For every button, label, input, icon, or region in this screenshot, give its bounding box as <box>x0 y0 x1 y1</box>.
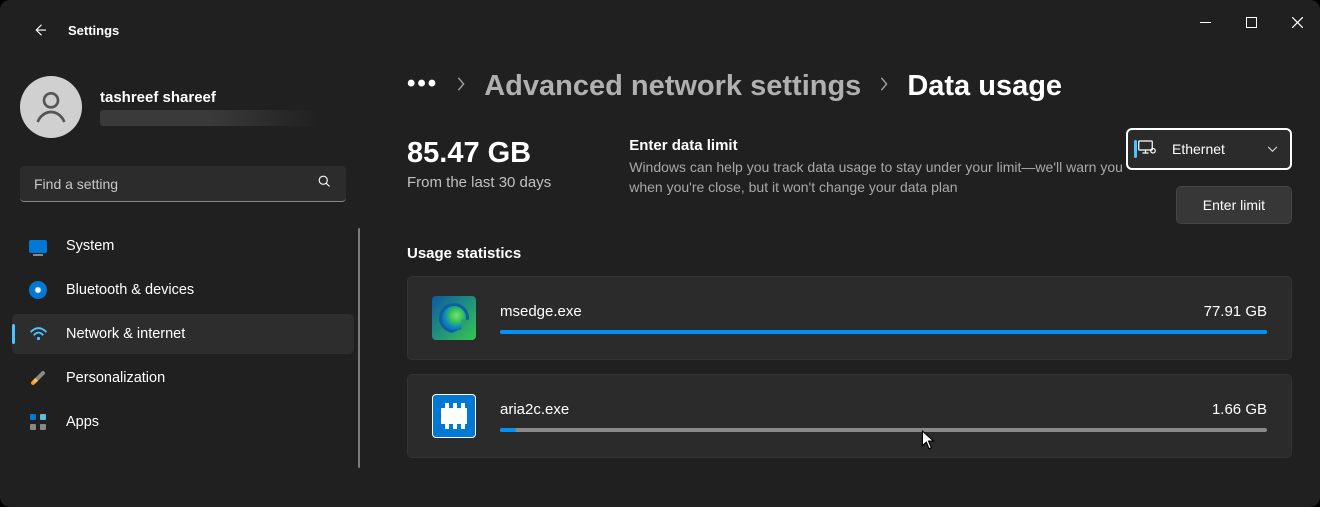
data-limit-description: Windows can help you track data usage to… <box>629 158 1149 197</box>
search-icon <box>317 174 332 194</box>
usage-total-block: 85.47 GB From the last 30 days <box>407 137 551 191</box>
settings-window: Settings tashreef shareef <box>0 0 1320 507</box>
app-name: aria2c.exe <box>500 401 569 418</box>
network-selector-label: Ethernet <box>1172 141 1257 157</box>
main-pane: ••• Advanced network settings Data usage… <box>407 70 1292 507</box>
sidebar-item-label: Network & internet <box>66 326 185 342</box>
profile-text: tashreef shareef <box>100 89 320 126</box>
usage-bar <box>500 428 1267 432</box>
left-pane: tashreef shareef System ⁕ Bluetooth & de… <box>8 70 358 507</box>
stat-body: aria2c.exe 1.66 GB <box>500 401 1267 432</box>
window-controls <box>1182 0 1320 44</box>
profile-block[interactable]: tashreef shareef <box>8 70 358 152</box>
usage-stat-row[interactable]: aria2c.exe 1.66 GB <box>407 374 1292 458</box>
maximize-button[interactable] <box>1228 6 1274 38</box>
data-limit-block: Enter data limit Windows can help you tr… <box>629 137 1149 197</box>
stat-body: msedge.exe 77.91 GB <box>500 303 1267 334</box>
chevron-right-icon <box>879 77 889 95</box>
sidebar-item-label: Bluetooth & devices <box>66 282 194 298</box>
avatar <box>20 76 82 138</box>
enter-limit-button[interactable]: Enter limit <box>1176 186 1292 224</box>
sidebar-item-label: Personalization <box>66 370 165 386</box>
sidebar-item-apps[interactable]: Apps <box>12 402 354 442</box>
header: Settings <box>0 0 119 60</box>
breadcrumb-current: Data usage <box>907 70 1062 103</box>
close-button[interactable] <box>1274 6 1320 38</box>
data-limit-title: Enter data limit <box>629 137 1149 154</box>
breadcrumb: ••• Advanced network settings Data usage <box>407 70 1292 103</box>
bluetooth-icon: ⁕ <box>28 280 48 300</box>
breadcrumb-more[interactable]: ••• <box>407 70 438 98</box>
usage-total-value: 85.47 GB <box>407 137 551 170</box>
minimize-button[interactable] <box>1182 6 1228 38</box>
back-button[interactable] <box>24 14 56 46</box>
sidebar-item-bluetooth[interactable]: ⁕ Bluetooth & devices <box>12 270 354 310</box>
sidebar-nav: System ⁕ Bluetooth & devices Network & i… <box>8 226 358 442</box>
sidebar-item-system[interactable]: System <box>12 226 354 266</box>
sidebar-item-personalization[interactable]: Personalization <box>12 358 354 398</box>
wifi-icon <box>28 324 48 344</box>
app-name: msedge.exe <box>500 303 582 320</box>
usage-statistics-title: Usage statistics <box>407 245 1292 262</box>
profile-name: tashreef shareef <box>100 89 320 106</box>
app-usage-value: 1.66 GB <box>1212 401 1267 418</box>
sidebar-item-label: Apps <box>66 414 99 430</box>
usage-stat-row[interactable]: msedge.exe 77.91 GB <box>407 276 1292 360</box>
app-usage-value: 77.91 GB <box>1204 303 1267 320</box>
sidebar-item-network[interactable]: Network & internet <box>12 314 354 354</box>
usage-period: From the last 30 days <box>407 174 551 191</box>
profile-email-redacted <box>100 110 320 126</box>
system-icon <box>28 236 48 256</box>
chevron-right-icon <box>456 77 466 95</box>
enter-limit-button-label: Enter limit <box>1203 197 1265 213</box>
ethernet-icon <box>1138 140 1156 159</box>
sidebar-scrollbar[interactable] <box>358 228 360 468</box>
app-title: Settings <box>68 23 119 38</box>
app-icon <box>432 296 476 340</box>
usage-bar <box>500 330 1267 334</box>
search-box[interactable] <box>20 166 346 202</box>
apps-icon <box>28 412 48 432</box>
breadcrumb-parent[interactable]: Advanced network settings <box>484 70 861 103</box>
sidebar-item-label: System <box>66 238 114 254</box>
network-selector[interactable]: Ethernet <box>1126 128 1292 170</box>
chevron-down-icon <box>1267 140 1278 158</box>
paintbrush-icon <box>28 368 48 388</box>
network-controls: Ethernet Enter limit <box>1126 128 1292 224</box>
search-input[interactable] <box>34 176 317 192</box>
app-icon <box>432 394 476 438</box>
